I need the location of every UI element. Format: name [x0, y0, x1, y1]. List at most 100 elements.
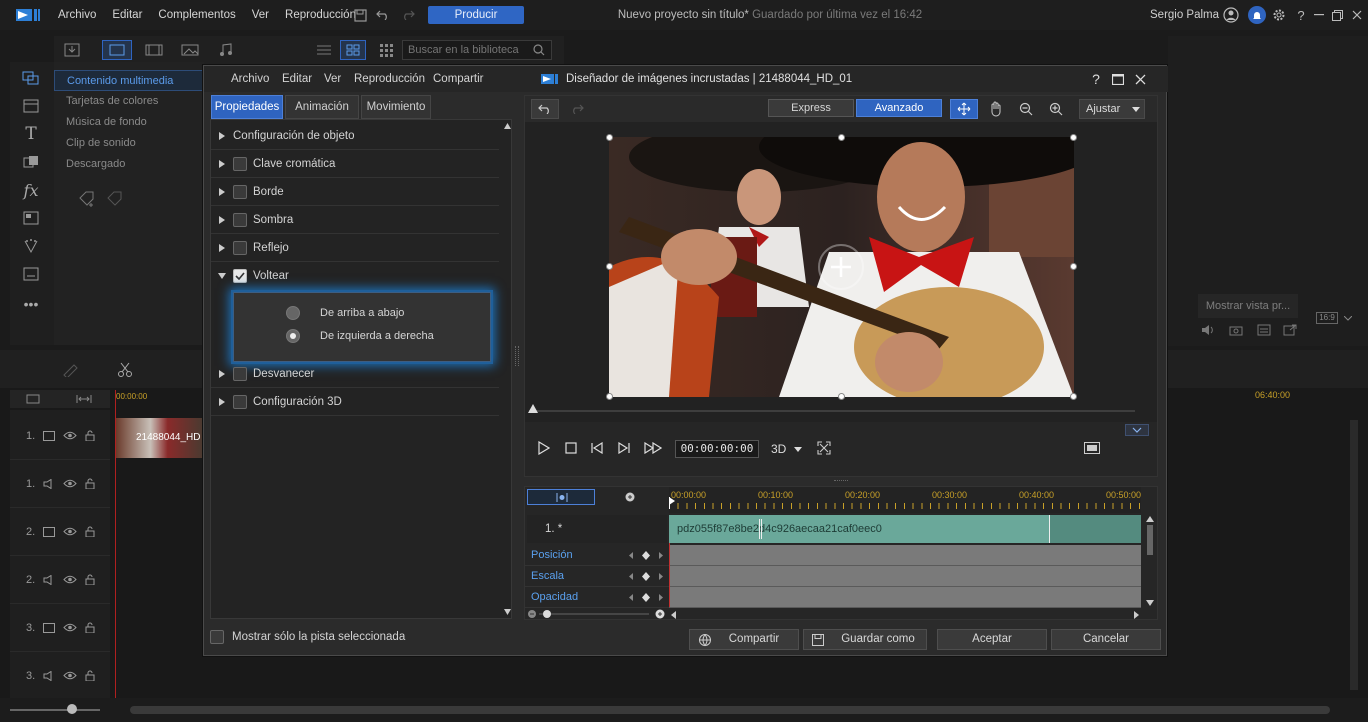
save-icon[interactable] — [352, 7, 368, 23]
menu-editar[interactable]: Editar — [112, 9, 142, 21]
keyframe-zoom-slider[interactable] — [527, 609, 667, 619]
resize-handle[interactable] — [1070, 393, 1077, 400]
fast-forward-icon[interactable] — [643, 439, 663, 457]
previous-frame-icon[interactable] — [588, 439, 606, 457]
save-as-button[interactable]: Guardar como — [803, 629, 927, 650]
timecode-display[interactable]: 00:00:00:00 — [675, 440, 759, 458]
timeline-video-clip[interactable]: 21488044_HD — [116, 418, 202, 458]
show-selected-track-option[interactable]: Mostrar sólo la pista seleccionada — [210, 630, 405, 644]
preview-toggle-button[interactable]: Mostrar vista pr... — [1198, 294, 1298, 318]
timeline-vertical-scrollbar[interactable] — [1350, 420, 1358, 690]
keyframe-track-position[interactable] — [669, 545, 1141, 566]
tab-animation[interactable]: Animación — [285, 95, 359, 119]
property-row-fade[interactable]: Desvanecer — [211, 360, 499, 388]
subtitle-toggle-icon[interactable] — [1256, 322, 1272, 338]
property-checkbox[interactable] — [233, 394, 247, 409]
play-icon[interactable] — [535, 439, 553, 457]
keyframe-horizontal-scrollbar[interactable] — [671, 611, 1139, 619]
settings-gear-icon[interactable] — [1270, 6, 1288, 24]
tab-motion[interactable]: Movimiento — [361, 95, 431, 119]
property-row-reflection[interactable]: Reflejo — [211, 234, 499, 262]
3d-dropdown-arrow-icon[interactable] — [793, 442, 803, 456]
dialog-menu-ver[interactable]: Ver — [324, 66, 341, 92]
dialog-menu-compartir[interactable]: Compartir — [433, 66, 483, 92]
keyframe-playhead-marker[interactable] — [669, 497, 675, 509]
restore-icon[interactable] — [1328, 6, 1346, 24]
expand-arrow-icon[interactable] — [211, 131, 233, 140]
resize-handle[interactable] — [1070, 263, 1077, 270]
radio-flip-horizontal[interactable] — [286, 329, 300, 343]
external-display-icon[interactable] — [1282, 322, 1298, 338]
resize-handle[interactable] — [838, 134, 845, 141]
edit-pen-icon[interactable] — [60, 360, 82, 380]
safe-zone-icon[interactable] — [1081, 439, 1103, 457]
resize-handle[interactable] — [606, 134, 613, 141]
user-account-icon[interactable] — [1222, 6, 1240, 24]
property-checkbox[interactable] — [233, 156, 247, 171]
library-item-color-boards[interactable]: Tarjetas de colores — [54, 91, 204, 112]
property-row-flip[interactable]: Voltear — [211, 262, 499, 290]
list-view-icon[interactable] — [312, 40, 336, 60]
zoom-slider-thumb[interactable] — [67, 704, 77, 714]
mode-express[interactable]: Express — [768, 99, 854, 117]
seek-thumb[interactable] — [527, 403, 539, 415]
track-manager-icon[interactable] — [24, 392, 42, 406]
expand-arrow-icon[interactable] — [211, 159, 233, 168]
seek-bar[interactable] — [529, 410, 1135, 412]
redo-icon[interactable] — [400, 7, 416, 23]
library-item-downloaded[interactable]: Descargado — [54, 154, 204, 175]
pip-room-icon[interactable] — [20, 208, 42, 228]
library-item-media[interactable]: Contenido multimedia — [54, 70, 204, 91]
dialog-menu-reproduccion[interactable]: Reproducción — [354, 66, 425, 92]
clip-tail-segment[interactable] — [1049, 515, 1141, 543]
cancel-button[interactable]: Cancelar — [1051, 629, 1161, 650]
volume-icon[interactable] — [1200, 322, 1216, 338]
produce-button[interactable]: Producir — [428, 6, 524, 24]
menu-reproduccion[interactable]: Reproducción — [285, 9, 356, 21]
3d-mode-toggle[interactable]: 3D — [771, 440, 786, 458]
stop-icon[interactable] — [562, 439, 580, 457]
more-rooms-icon[interactable]: ••• — [20, 294, 42, 314]
expand-arrow-icon[interactable] — [211, 397, 233, 406]
grid-view-icon[interactable] — [340, 40, 366, 60]
property-row-border[interactable]: Borde — [211, 178, 499, 206]
music-filter-icon[interactable] — [214, 40, 238, 60]
library-item-background-music[interactable]: Música de fondo — [54, 112, 204, 133]
property-checkbox[interactable] — [233, 184, 247, 199]
pan-hand-icon[interactable] — [983, 99, 1009, 119]
clip-trim-handle[interactable] — [759, 519, 762, 539]
preview-redo-icon[interactable] — [563, 99, 591, 119]
property-row-object-settings[interactable]: Configuración de objeto — [211, 122, 499, 150]
keyframe-track-opacity[interactable] — [669, 587, 1141, 608]
fx-room-icon[interactable]: fx — [20, 180, 42, 200]
radio-flip-vertical[interactable] — [286, 306, 300, 320]
resize-handle[interactable] — [606, 393, 613, 400]
notification-icon[interactable] — [1248, 6, 1266, 24]
property-row-chroma-key[interactable]: Clave cromática — [211, 150, 499, 178]
resize-handle[interactable] — [838, 393, 845, 400]
property-row-3d-settings[interactable]: Configuración 3D — [211, 388, 499, 416]
keyframe-vertical-scrollbar[interactable] — [1145, 515, 1155, 607]
video-frame-image[interactable] — [609, 137, 1074, 397]
move-tool-icon[interactable] — [950, 99, 978, 119]
aspect-ratio-selector[interactable]: 16:9 — [1316, 312, 1338, 324]
keyframe-track-scale[interactable] — [669, 566, 1141, 587]
expand-arrow-icon[interactable] — [211, 369, 233, 378]
aspect-dropdown-icon[interactable] — [1342, 312, 1354, 324]
property-checkbox[interactable] — [233, 240, 247, 255]
fit-timeline-icon[interactable] — [74, 392, 94, 406]
property-checkbox[interactable] — [233, 366, 247, 381]
snapshot-icon[interactable] — [1228, 322, 1244, 338]
help-icon[interactable]: ? — [1292, 6, 1310, 24]
dialog-menu-editar[interactable]: Editar — [282, 66, 312, 92]
keyframe-ruler[interactable]: 00:00:00 00:10:00 00:20:00 00:30:00 00:4… — [669, 487, 1141, 513]
share-button[interactable]: Compartir — [689, 629, 799, 650]
zoom-slider[interactable] — [10, 709, 100, 711]
menu-ver[interactable]: Ver — [252, 9, 269, 21]
menu-archivo[interactable]: Archivo — [58, 9, 96, 21]
dialog-menu-archivo[interactable]: Archivo — [231, 66, 269, 92]
transition-room-icon[interactable] — [20, 152, 42, 172]
properties-scrollbar[interactable] — [503, 120, 512, 618]
templates-room-icon[interactable] — [20, 96, 42, 116]
remove-tag-icon[interactable] — [104, 188, 126, 210]
